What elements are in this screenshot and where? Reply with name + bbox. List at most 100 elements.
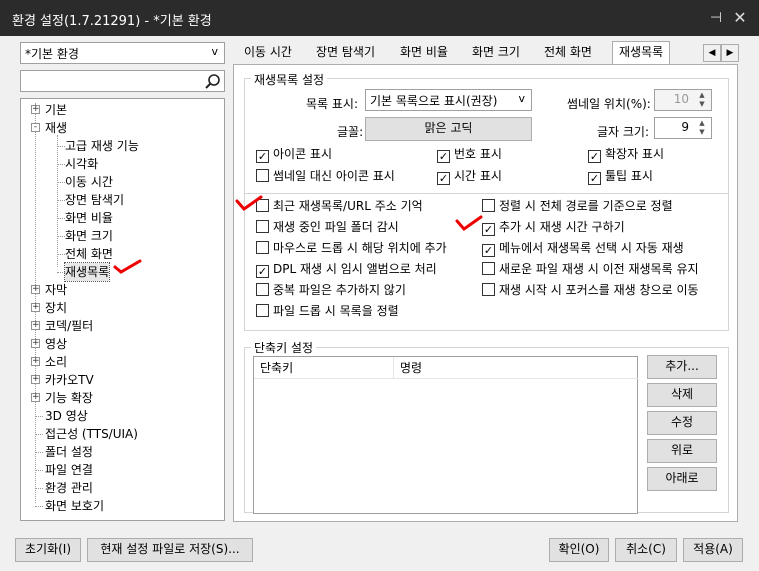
checkbox[interactable]: 중복 파일은 추가하지 않기 [256,283,406,299]
checkbox[interactable]: ✓ 번호 표시 [437,147,502,163]
display-mode-dropdown[interactable]: 기본 목록으로 표시(권장) v [365,89,532,111]
checkbox-unchecked-icon[interactable] [256,304,269,317]
expand-icon[interactable]: + [31,321,40,330]
tree-item[interactable]: 고급 재생 기능 [65,137,139,155]
checkbox-checked-icon[interactable]: ✓ [256,150,269,163]
tree-item[interactable]: 화면 크기 [65,227,113,245]
expand-icon[interactable]: + [31,375,40,384]
tree-search-input[interactable] [20,70,225,92]
checkbox-label: 재생 시작 시 포커스를 재생 창으로 이동 [499,283,699,297]
tab[interactable]: 이동 시간 [238,42,298,64]
tree-item[interactable]: 환경 관리 [45,479,93,497]
checkbox[interactable]: 재생 시작 시 포커스를 재생 창으로 이동 [482,283,699,299]
expand-icon[interactable]: + [31,339,40,348]
tree-item[interactable]: 기능 확장 [45,389,93,407]
checkbox-checked-icon[interactable]: ✓ [437,150,450,163]
checkbox-checked-icon[interactable]: ✓ [256,265,269,278]
checkbox-unchecked-icon[interactable] [482,199,495,212]
column-header-command[interactable]: 명령 [394,357,638,379]
checkbox-unchecked-icon[interactable] [256,283,269,296]
tree-item[interactable]: 재생목록 [63,262,111,282]
checkbox-unchecked-icon[interactable] [256,169,269,182]
tree-item[interactable]: 이동 시간 [65,173,113,191]
tree-item[interactable]: 장치 [45,299,67,317]
checkbox-unchecked-icon[interactable] [482,262,495,275]
tab[interactable]: 화면 크기 [466,42,526,64]
expand-icon[interactable]: + [31,357,40,366]
save-as-button[interactable]: 현재 설정 파일로 저장(S)... [87,538,253,562]
expand-icon[interactable]: + [31,105,40,114]
tree-item[interactable]: 접근성 (TTS/UIA) [45,425,138,443]
ok-button[interactable]: 확인(O) [549,538,609,562]
checkbox[interactable]: ✓ 확장자 표시 [588,147,664,163]
checkbox-unchecked-icon[interactable] [256,220,269,233]
preset-dropdown[interactable]: *기본 환경 v [20,42,225,64]
tree-item[interactable]: 폴더 설정 [45,443,93,461]
tree-item[interactable]: 카카오TV [45,371,94,389]
expand-icon[interactable]: + [31,285,40,294]
annotation-check-mark [235,195,263,212]
shortcut-button[interactable]: 위로 [647,439,717,463]
tab[interactable]: 장면 탐색기 [310,42,381,64]
tree-item[interactable]: 자막 [45,281,67,299]
expand-icon[interactable]: + [31,303,40,312]
cancel-button[interactable]: 취소(C) [615,538,677,562]
checkbox[interactable]: ✓ DPL 재생 시 임시 앨범으로 처리 [256,262,437,278]
tab-scroll-left-icon[interactable]: ◀ [703,44,721,62]
tree-item[interactable]: 화면 보호기 [45,497,104,515]
column-header-shortcut[interactable]: 단축키 [254,357,394,379]
tree-item[interactable]: 화면 비율 [65,209,113,227]
checkbox[interactable]: 재생 중인 파일 폴더 감시 [256,220,399,236]
tab[interactable]: 화면 비율 [394,42,454,64]
checkbox-label: 썸네일 대신 아이콘 표시 [273,169,395,183]
checkbox-checked-icon[interactable]: ✓ [588,150,601,163]
shortcut-list[interactable]: 단축키 명령 [253,356,638,514]
tab[interactable]: 재생목록 [612,41,671,65]
tree-item[interactable]: 재생 [45,119,67,137]
font-size-spinner[interactable]: 9 ▲ ▼ [654,117,712,139]
reset-button[interactable]: 초기화(I) [15,538,81,562]
tree-item[interactable]: 장면 탐색기 [65,191,124,209]
font-button[interactable]: 맑은 고딕 [365,117,532,141]
tree-item[interactable]: 코덱/필터 [45,317,93,335]
checkbox-checked-icon[interactable]: ✓ [482,244,495,257]
pin-icon[interactable]: ⊣ [706,8,726,28]
spin-arrows-icon[interactable]: ▲ ▼ [695,119,709,137]
checkbox[interactable]: 썸네일 대신 아이콘 표시 [256,169,395,185]
checkbox[interactable]: 정렬 시 전체 경로를 기준으로 정렬 [482,199,673,215]
tree-item[interactable]: 기본 [45,101,67,119]
tree-item[interactable]: 시각화 [65,155,98,173]
tree-item[interactable]: 3D 영상 [45,407,88,425]
tree-item[interactable]: 영상 [45,335,67,353]
checkbox[interactable]: ✓ 아이콘 표시 [256,147,332,163]
checkbox-checked-icon[interactable]: ✓ [588,172,601,185]
apply-button[interactable]: 적용(A) [683,538,743,562]
checkbox[interactable]: 마우스로 드롭 시 해당 위치에 추가 [256,241,447,257]
shortcut-button[interactable]: 수정 [647,411,717,435]
category-tree[interactable]: 기본 + 재생 - 고급 재생 기능 시각화 이동 시간 장면 탐색기 화면 비율 화면 크기 전체… [20,98,225,521]
close-icon[interactable]: ✕ [730,8,750,28]
shortcut-button[interactable]: 삭제 [647,383,717,407]
checkbox[interactable]: ✓ 메뉴에서 재생목록 선택 시 자동 재생 [482,241,684,257]
expand-icon[interactable]: + [31,393,40,402]
checkbox[interactable]: 최근 재생목록/URL 주소 기억 [256,199,423,215]
search-icon[interactable] [204,73,222,91]
checkbox-checked-icon[interactable]: ✓ [437,172,450,185]
shortcut-button[interactable]: 아래로 [647,467,717,491]
tree-item[interactable]: 파일 연결 [45,461,93,479]
thumbnail-position-spinner[interactable]: 10 ▲ ▼ [654,89,712,111]
checkbox-unchecked-icon[interactable] [482,283,495,296]
tab[interactable]: 전체 화면 [538,42,598,64]
tree-item[interactable]: 소리 [45,353,67,371]
checkbox[interactable]: 새로운 파일 재생 시 이전 재생목록 유지 [482,262,699,278]
tree-item[interactable]: 전체 화면 [65,245,113,263]
checkbox[interactable]: ✓ 툴팁 표시 [588,169,653,185]
checkbox-unchecked-icon[interactable] [256,241,269,254]
tab-scroll-right-icon[interactable]: ▶ [721,44,739,62]
checkbox[interactable]: 파일 드롭 시 목록을 정렬 [256,304,399,320]
checkbox[interactable]: ✓ 추가 시 재생 시간 구하기 [482,220,625,236]
checkbox[interactable]: ✓ 시간 표시 [437,169,502,185]
shortcut-button[interactable]: 추가... [647,355,717,379]
collapse-icon[interactable]: - [31,123,40,132]
spin-arrows-icon[interactable]: ▲ ▼ [695,91,709,109]
